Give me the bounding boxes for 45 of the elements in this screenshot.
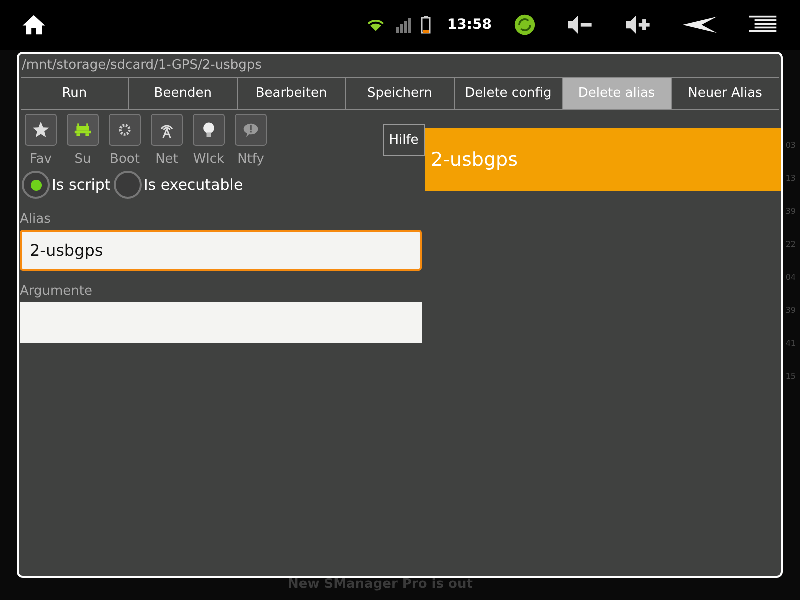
volume-down-icon[interactable]	[566, 15, 594, 35]
radio-label: Is executable	[144, 176, 244, 194]
toggle-button[interactable]	[235, 114, 267, 146]
toggle-button[interactable]	[109, 114, 141, 146]
toggle-label: Net	[156, 152, 178, 167]
list-time: 04	[786, 272, 796, 284]
toggle-label: Ntfy	[238, 152, 264, 167]
help-button[interactable]: Hilfe	[383, 124, 425, 156]
sync-icon[interactable]	[514, 14, 536, 36]
android-icon	[74, 121, 92, 139]
alias-header: 2-usbgps	[425, 128, 781, 191]
menu-icon[interactable]	[748, 15, 778, 35]
field-label: Alias	[20, 212, 52, 227]
toggle-button[interactable]	[25, 114, 57, 146]
list-time: 39	[786, 206, 796, 218]
list-time: 15	[786, 371, 796, 383]
toggle-button[interactable]	[193, 114, 225, 146]
wifi-icon	[367, 17, 386, 33]
toggle-label: Wlck	[193, 152, 225, 167]
toggle-label: Boot	[110, 152, 140, 167]
field-label: Argumente	[20, 284, 94, 299]
gear-icon	[116, 121, 134, 139]
volume-up-icon[interactable]	[624, 15, 652, 35]
list-time: 13	[786, 173, 796, 185]
star-icon	[32, 121, 50, 139]
alias-input-field[interactable]: 2-usbgps	[20, 230, 422, 271]
radio-button[interactable]	[22, 171, 50, 199]
radio-label: Is script	[52, 176, 111, 194]
toggle-label: Su	[74, 152, 92, 167]
dialog-title: /mnt/storage/sdcard/1-GPS/2-usbgps	[21, 57, 263, 75]
toggle-label: Fav	[30, 152, 52, 167]
list-time: 22	[786, 239, 796, 251]
list-time: 39	[786, 305, 796, 317]
toggle-button[interactable]	[67, 114, 99, 146]
clock-time: 13:58	[447, 17, 492, 33]
radio-button[interactable]	[114, 171, 142, 199]
signal-icon	[394, 17, 412, 33]
battery-icon	[421, 16, 432, 34]
list-time: 41	[786, 338, 796, 350]
list-time: 03	[786, 140, 796, 152]
back-icon[interactable]	[682, 15, 718, 35]
speech-bubble-icon	[242, 121, 260, 139]
toggle-button[interactable]	[151, 114, 183, 146]
arguments-input-field[interactable]	[20, 302, 422, 343]
home-icon[interactable]	[22, 14, 46, 36]
